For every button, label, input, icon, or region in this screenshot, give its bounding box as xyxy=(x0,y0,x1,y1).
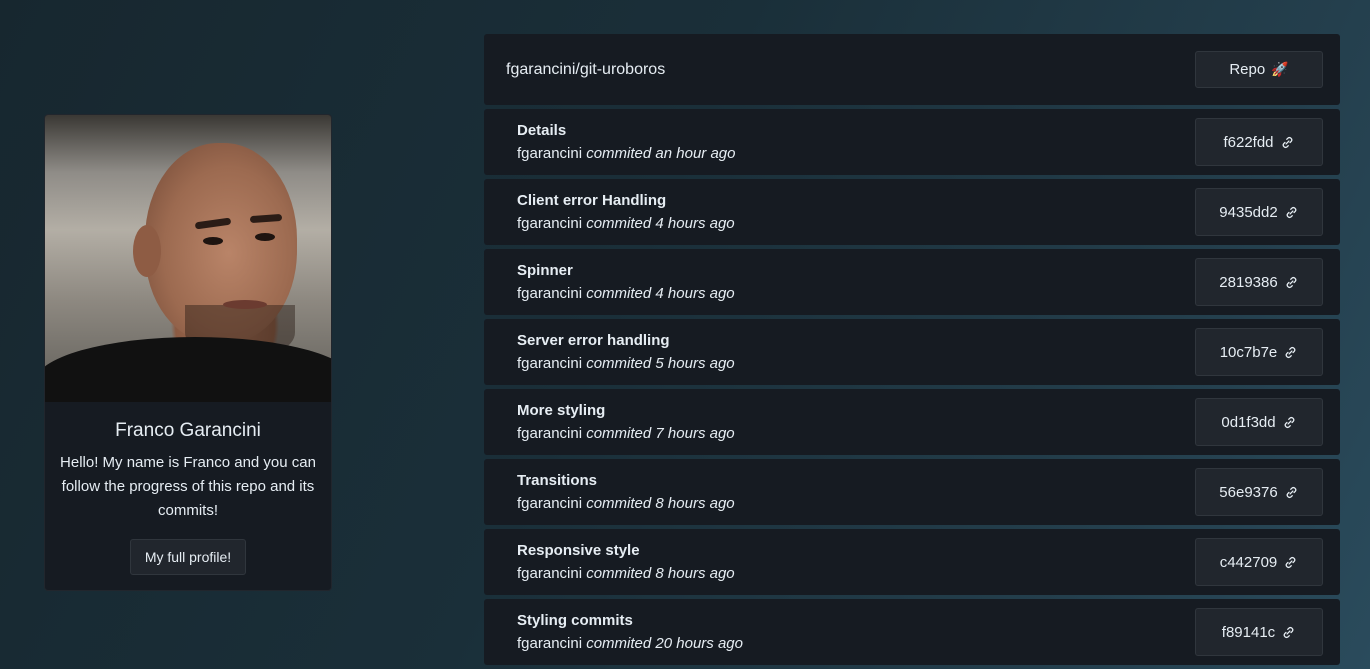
commits-container: Details fgarancini commited an hour ago f6… xyxy=(484,109,1340,665)
commit-meta: fgarancini commited 7 hours ago xyxy=(517,425,735,442)
commit-sha-button[interactable]: f89141c xyxy=(1195,608,1323,656)
commit-verb: commited xyxy=(586,145,652,162)
commit-meta: fgarancini commited 5 hours ago xyxy=(517,355,735,372)
commit-time: 5 hours ago xyxy=(655,355,735,372)
commit-sha-button[interactable]: f622fdd xyxy=(1195,118,1323,166)
profile-name: Franco Garancini xyxy=(115,420,261,441)
avatar-eye xyxy=(255,233,275,241)
commit-author: fgarancini xyxy=(517,565,583,582)
commit-sha-button[interactable]: 9435dd2 xyxy=(1195,188,1323,236)
commit-title: Client error Handling xyxy=(517,192,667,209)
commit-meta: fgarancini commited 8 hours ago xyxy=(517,565,735,582)
commit-title: Spinner xyxy=(517,262,573,279)
commit-title: Responsive style xyxy=(517,542,640,559)
commit-sha: 10c7b7e xyxy=(1219,343,1278,361)
commit-info: Server error handling fgarancini commited… xyxy=(517,332,735,372)
avatar-shirt xyxy=(45,337,331,402)
commit-row: Styling commits fgarancini commited 20 ho… xyxy=(484,599,1340,665)
repo-button-label: Repo xyxy=(1229,61,1266,78)
commit-time: 4 hours ago xyxy=(655,285,735,302)
commit-author: fgarancini xyxy=(517,215,583,232)
commit-author: fgarancini xyxy=(517,635,583,652)
commit-verb: commited xyxy=(586,215,652,232)
commit-row: Transitions fgarancini commited 8 hours a… xyxy=(484,459,1340,525)
link-icon xyxy=(1283,555,1298,570)
link-icon xyxy=(1282,415,1297,430)
commit-sha-button[interactable]: c442709 xyxy=(1195,538,1323,586)
commit-time: 8 hours ago xyxy=(655,495,735,512)
profile-avatar xyxy=(45,115,331,402)
commit-sha-button[interactable]: 56e9376 xyxy=(1195,468,1323,516)
link-icon xyxy=(1283,345,1298,360)
commit-sha: f622fdd xyxy=(1223,133,1274,151)
commit-time: 20 hours ago xyxy=(655,635,743,652)
commit-title: More styling xyxy=(517,402,606,419)
repo-header: fgarancini/git-uroboros Repo 🚀 xyxy=(484,34,1340,105)
commit-row: More styling fgarancini commited 7 hours … xyxy=(484,389,1340,455)
commit-info: More styling fgarancini commited 7 hours … xyxy=(517,402,735,442)
commit-author: fgarancini xyxy=(517,425,583,442)
commit-sha: f89141c xyxy=(1221,623,1276,641)
commit-author: fgarancini xyxy=(517,355,583,372)
commit-sha-button[interactable]: 10c7b7e xyxy=(1195,328,1323,376)
repo-button[interactable]: Repo 🚀 xyxy=(1195,51,1323,88)
profile-card: Franco Garancini Hello! My name is Franc… xyxy=(44,114,332,591)
commit-title: Server error handling xyxy=(517,332,670,349)
commit-row: Responsive style fgarancini commited 8 ho… xyxy=(484,529,1340,595)
commit-sha: 56e9376 xyxy=(1219,483,1278,501)
commit-sha-button[interactable]: 0d1f3dd xyxy=(1195,398,1323,446)
full-profile-button[interactable]: My full profile! xyxy=(129,539,247,575)
commit-verb: commited xyxy=(586,355,652,372)
commit-meta: fgarancini commited 4 hours ago xyxy=(517,215,735,232)
commit-meta: fgarancini commited 20 hours ago xyxy=(517,635,743,652)
link-icon xyxy=(1284,485,1299,500)
commit-time: 7 hours ago xyxy=(655,425,735,442)
avatar-ear xyxy=(133,225,161,277)
link-icon xyxy=(1280,135,1295,150)
rocket-icon: 🚀 xyxy=(1271,61,1289,77)
commit-info: Details fgarancini commited an hour ago xyxy=(517,122,736,162)
avatar-eye xyxy=(203,237,223,245)
repo-name: fgarancini/git-uroboros xyxy=(506,60,666,78)
commit-sha: 9435dd2 xyxy=(1219,203,1278,221)
avatar-mouth xyxy=(223,300,267,309)
commit-row: Server error handling fgarancini commited… xyxy=(484,319,1340,385)
commit-info: Styling commits fgarancini commited 20 ho… xyxy=(517,612,743,652)
commit-info: Transitions fgarancini commited 8 hours a… xyxy=(517,472,735,512)
commit-meta: fgarancini commited 4 hours ago xyxy=(517,285,735,302)
commit-sha: 0d1f3dd xyxy=(1221,413,1276,431)
link-icon xyxy=(1284,275,1299,290)
commit-verb: commited xyxy=(586,635,652,652)
commit-verb: commited xyxy=(586,565,652,582)
commit-row: Client error Handling fgarancini commited… xyxy=(484,179,1340,245)
commit-info: Responsive style fgarancini commited 8 ho… xyxy=(517,542,735,582)
link-icon xyxy=(1284,205,1299,220)
commit-author: fgarancini xyxy=(517,145,583,162)
commit-sha: 2819386 xyxy=(1219,273,1278,291)
commit-title: Transitions xyxy=(517,472,598,489)
commit-meta: fgarancini commited an hour ago xyxy=(517,145,736,162)
commit-sha-button[interactable]: 2819386 xyxy=(1195,258,1323,306)
commit-title: Styling commits xyxy=(517,612,633,629)
commit-verb: commited xyxy=(586,425,652,442)
commit-verb: commited xyxy=(586,285,652,302)
commit-time: an hour ago xyxy=(655,145,736,162)
profile-card-body: Franco Garancini Hello! My name is Franc… xyxy=(45,402,331,590)
commit-title: Details xyxy=(517,122,567,139)
commit-sha: c442709 xyxy=(1219,553,1278,571)
commit-time: 8 hours ago xyxy=(655,565,735,582)
commit-row: Details fgarancini commited an hour ago f6… xyxy=(484,109,1340,175)
commit-verb: commited xyxy=(586,495,652,512)
commit-author: fgarancini xyxy=(517,285,583,302)
commit-info: Spinner fgarancini commited 4 hours ago xyxy=(517,262,735,302)
commit-meta: fgarancini commited 8 hours ago xyxy=(517,495,735,512)
commit-row: Spinner fgarancini commited 4 hours ago 28… xyxy=(484,249,1340,315)
profile-bio: Hello! My name is Franco and you can fol… xyxy=(60,454,316,519)
commit-info: Client error Handling fgarancini commited… xyxy=(517,192,735,232)
commit-time: 4 hours ago xyxy=(655,215,735,232)
commit-list: fgarancini/git-uroboros Repo 🚀 Details fg… xyxy=(484,34,1340,669)
commit-author: fgarancini xyxy=(517,495,583,512)
link-icon xyxy=(1281,625,1296,640)
